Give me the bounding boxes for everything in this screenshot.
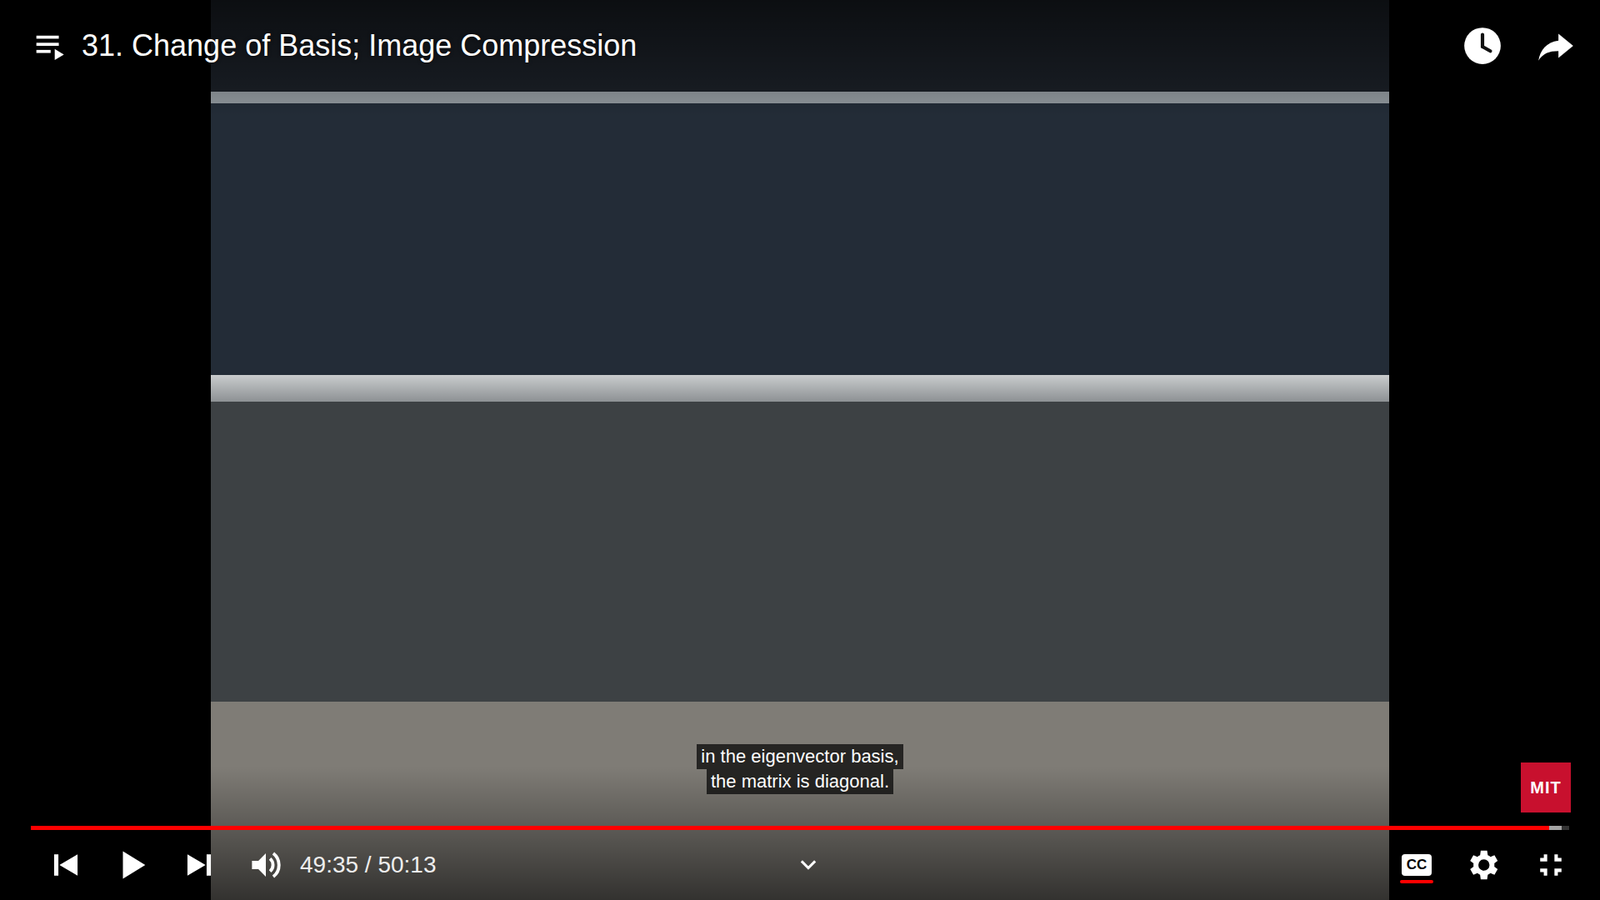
caption-line: in the eigenvector basis, — [696, 744, 903, 770]
chevron-down-icon[interactable] — [796, 853, 820, 877]
exit-fullscreen-icon[interactable] — [1531, 845, 1570, 885]
controls-bar: 49:35 / 50:13 CC — [0, 830, 1600, 900]
video-title[interactable]: 31. Change of Basis; Image Compression — [81, 28, 637, 64]
previous-icon[interactable] — [46, 845, 85, 885]
volume-icon[interactable] — [246, 845, 285, 885]
time-display: 49:35 / 50:13 — [300, 851, 436, 879]
progress-bar[interactable] — [30, 825, 1570, 830]
captions-on-indicator — [1400, 880, 1434, 884]
play-icon[interactable] — [113, 845, 152, 885]
captions: in the eigenvector basis,the matrix is d… — [0, 744, 1600, 795]
video-player[interactable]: 31. Change of Basis; Image Compression i… — [0, 0, 1600, 900]
captions-button[interactable]: CC — [1400, 847, 1434, 884]
share-icon[interactable] — [1535, 25, 1577, 67]
chalk-rail — [210, 375, 1390, 402]
cc-icon: CC — [1401, 854, 1433, 876]
watch-later-icon[interactable] — [1461, 25, 1504, 67]
caption-line: the matrix is diagonal. — [706, 769, 894, 795]
lower-board-area — [210, 401, 1390, 702]
gear-icon[interactable] — [1463, 845, 1502, 885]
next-icon[interactable] — [180, 845, 219, 885]
mit-watermark-logo[interactable]: MIT — [1520, 762, 1571, 813]
playlist-icon[interactable] — [33, 27, 70, 65]
top-bar: 31. Change of Basis; Image Compression — [0, 0, 1600, 67]
